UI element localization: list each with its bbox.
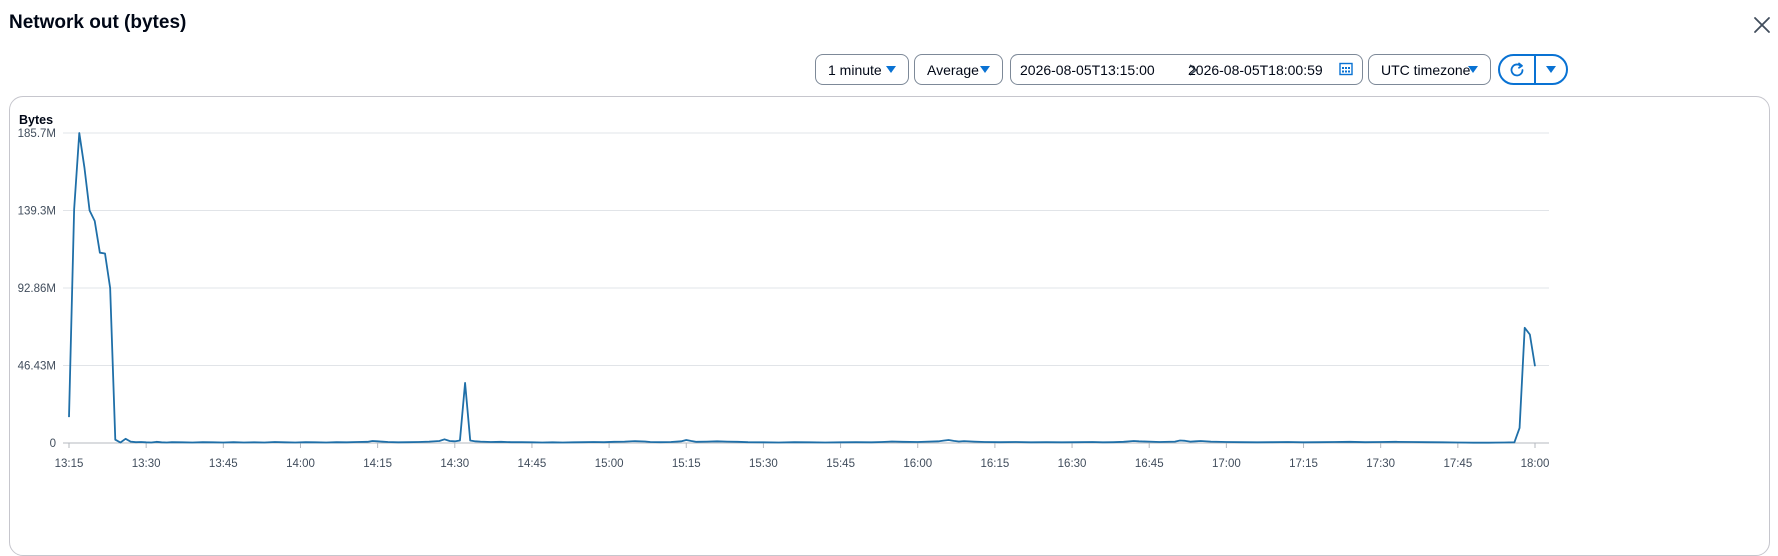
x-tick-label: 15:45 [826, 458, 855, 470]
x-tick-label: 14:30 [440, 458, 469, 470]
x-tick-label: 13:30 [132, 458, 161, 470]
x-tick-label: 15:30 [749, 458, 778, 470]
y-tick-label: 92.86M [18, 283, 56, 295]
x-tick-label: 16:15 [981, 458, 1010, 470]
x-tick-label: 17:30 [1366, 458, 1395, 470]
x-tick-label: 17:00 [1212, 458, 1241, 470]
x-tick-label: 17:45 [1443, 458, 1472, 470]
x-tick-label: 14:00 [286, 458, 315, 470]
y-tick-label: 46.43M [18, 360, 56, 372]
x-tick-label: 16:45 [1135, 458, 1164, 470]
grid-lines [63, 132, 1549, 444]
x-tick-label: 15:15 [672, 458, 701, 470]
x-tick-label: 18:00 [1521, 458, 1550, 470]
y-tick-label: 0 [50, 438, 56, 450]
x-axis-ticks: 13:15 13:30 13:45 14:00 14:15 14:30 14:45 15:00… [55, 443, 1550, 470]
x-tick-label: 14:45 [518, 458, 547, 470]
x-tick-label: 16:00 [903, 458, 932, 470]
line-chart: 0 46.43M 92.86M 139.3M 185.7M 13:15 13:30 13:4… [18, 128, 1550, 470]
x-tick-label: 15:00 [595, 458, 624, 470]
y-tick-label: 185.7M [18, 128, 56, 140]
x-tick-label: 16:30 [1058, 458, 1087, 470]
x-tick-label: 17:15 [1289, 458, 1318, 470]
y-axis-ticks: 0 46.43M 92.86M 139.3M 185.7M [18, 128, 56, 450]
x-tick-label: 13:45 [209, 458, 238, 470]
x-tick-label: 14:15 [363, 458, 392, 470]
y-tick-label: 139.3M [18, 205, 56, 217]
x-tick-label: 13:15 [55, 458, 84, 470]
